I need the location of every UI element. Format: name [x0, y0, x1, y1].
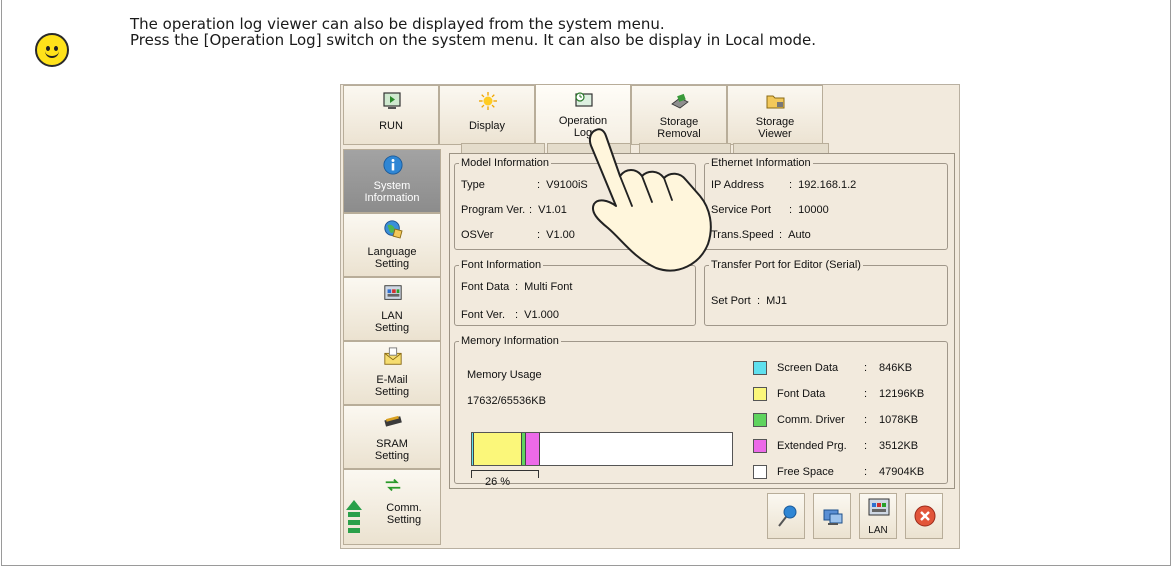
sidebar-item-label: LAN Setting: [374, 310, 410, 334]
bar-segment-font-data: [474, 433, 522, 465]
sidebar-item-comm-setting[interactable]: Comm. Setting: [343, 469, 441, 545]
sidebar-item-label: Comm. Setting: [386, 502, 422, 526]
tip-line-2: Press the [Operation Log] switch on the …: [130, 31, 817, 49]
memory-usage-percent: 26 %: [485, 476, 511, 488]
network-button[interactable]: [813, 493, 851, 539]
run-button-label: RUN: [379, 120, 403, 132]
trans-speed-row: Trans.Speed: Auto: [711, 229, 811, 241]
storage-viewer-button-label: Storage Viewer: [755, 116, 795, 140]
pointing-hand-icon: [588, 128, 712, 272]
transfer-port-title: Transfer Port for Editor (Serial): [711, 259, 861, 271]
sidebar-item-language-setting[interactable]: Language Setting: [343, 213, 441, 277]
font-data-row: Font Data: Multi Font: [461, 281, 573, 293]
transfer-port-group: Transfer Port for Editor (Serial) Set Po…: [704, 260, 948, 326]
lan-icon: [384, 285, 402, 300]
close-icon: [914, 505, 936, 527]
info-icon: [383, 155, 403, 175]
storage-viewer-button[interactable]: Storage Viewer: [727, 85, 823, 145]
tip-text: The operation log viewer can also be dis…: [130, 16, 816, 48]
legend-swatch: [753, 387, 767, 401]
legend-swatch: [753, 439, 767, 453]
program-ver-row: Program Ver.: V1.01: [461, 204, 567, 216]
sun-icon: [479, 92, 497, 110]
font-information-title: Font Information: [461, 259, 542, 271]
folder-icon: [766, 95, 785, 109]
run-button[interactable]: RUN: [343, 85, 439, 145]
legend-swatch: [753, 361, 767, 375]
settings-sidebar: System Information Language Setting LAN Set…: [343, 147, 441, 545]
model-information-title: Model Information: [461, 157, 550, 169]
sidebar-item-label: SRAM Setting: [374, 438, 410, 462]
lan-button-label: LAN: [868, 525, 888, 536]
sidebar-item-email-setting[interactable]: E-Mail Setting: [343, 341, 441, 405]
ethernet-information-title: Ethernet Information: [711, 157, 811, 169]
sidebar-item-label: E-Mail Setting: [374, 374, 410, 398]
operation-log-icon: [575, 92, 593, 107]
memory-information-title: Memory Information: [461, 335, 559, 347]
ethernet-information-group: Ethernet Information IP Address: 192.168…: [704, 158, 948, 250]
network-pc-icon: [823, 509, 843, 525]
sidebar-item-sram-setting[interactable]: SRAM Setting: [343, 405, 441, 469]
tip-line-1: The operation log viewer can also be dis…: [130, 15, 665, 33]
type-row: Type: V9100iS: [461, 179, 588, 191]
sidebar-item-lan-setting[interactable]: LAN Setting: [343, 277, 441, 341]
sidebar-item-label: Language Setting: [367, 246, 417, 270]
pin-icon: [778, 505, 797, 527]
display-button[interactable]: Display: [439, 85, 535, 145]
set-port-row: Set Port: MJ1: [711, 295, 787, 307]
storage-removal-icon: [671, 93, 689, 109]
sidebar-item-system-information[interactable]: System Information: [343, 149, 441, 213]
memory-usage-label: Memory Usage: [467, 369, 542, 381]
pin-button[interactable]: [767, 493, 805, 539]
sram-icon: [384, 415, 402, 427]
close-button[interactable]: [905, 493, 943, 539]
globe-icon: [384, 220, 403, 239]
sidebar-item-label: System Information: [364, 180, 420, 204]
mail-icon: [384, 347, 402, 365]
memory-usage-value: 17632/65536KB: [467, 395, 546, 407]
lan-icon: [868, 498, 890, 516]
bar-segment-extended-prg: [526, 433, 540, 465]
smiley-icon: [35, 33, 69, 67]
run-icon: [383, 92, 401, 109]
lan-button[interactable]: LAN: [859, 493, 897, 539]
font-ver-row: Font Ver.: V1.000: [461, 309, 560, 321]
legend-swatch: [753, 465, 767, 479]
comm-icon: [385, 478, 401, 492]
display-button-label: Display: [468, 120, 506, 132]
legend-swatch: [753, 413, 767, 427]
memory-usage-bar: [471, 432, 733, 466]
memory-information-group: Memory Information Memory Usage 17632/65…: [454, 335, 948, 488]
os-ver-row: OSVer: V1.00: [461, 229, 575, 241]
